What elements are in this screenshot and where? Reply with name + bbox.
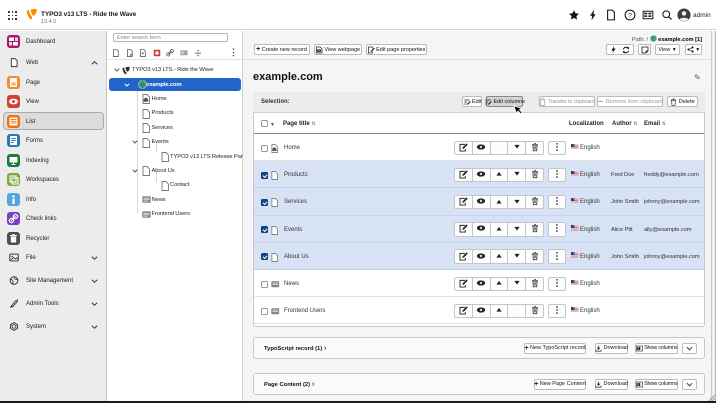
svg-text:?: ?: [628, 12, 632, 19]
